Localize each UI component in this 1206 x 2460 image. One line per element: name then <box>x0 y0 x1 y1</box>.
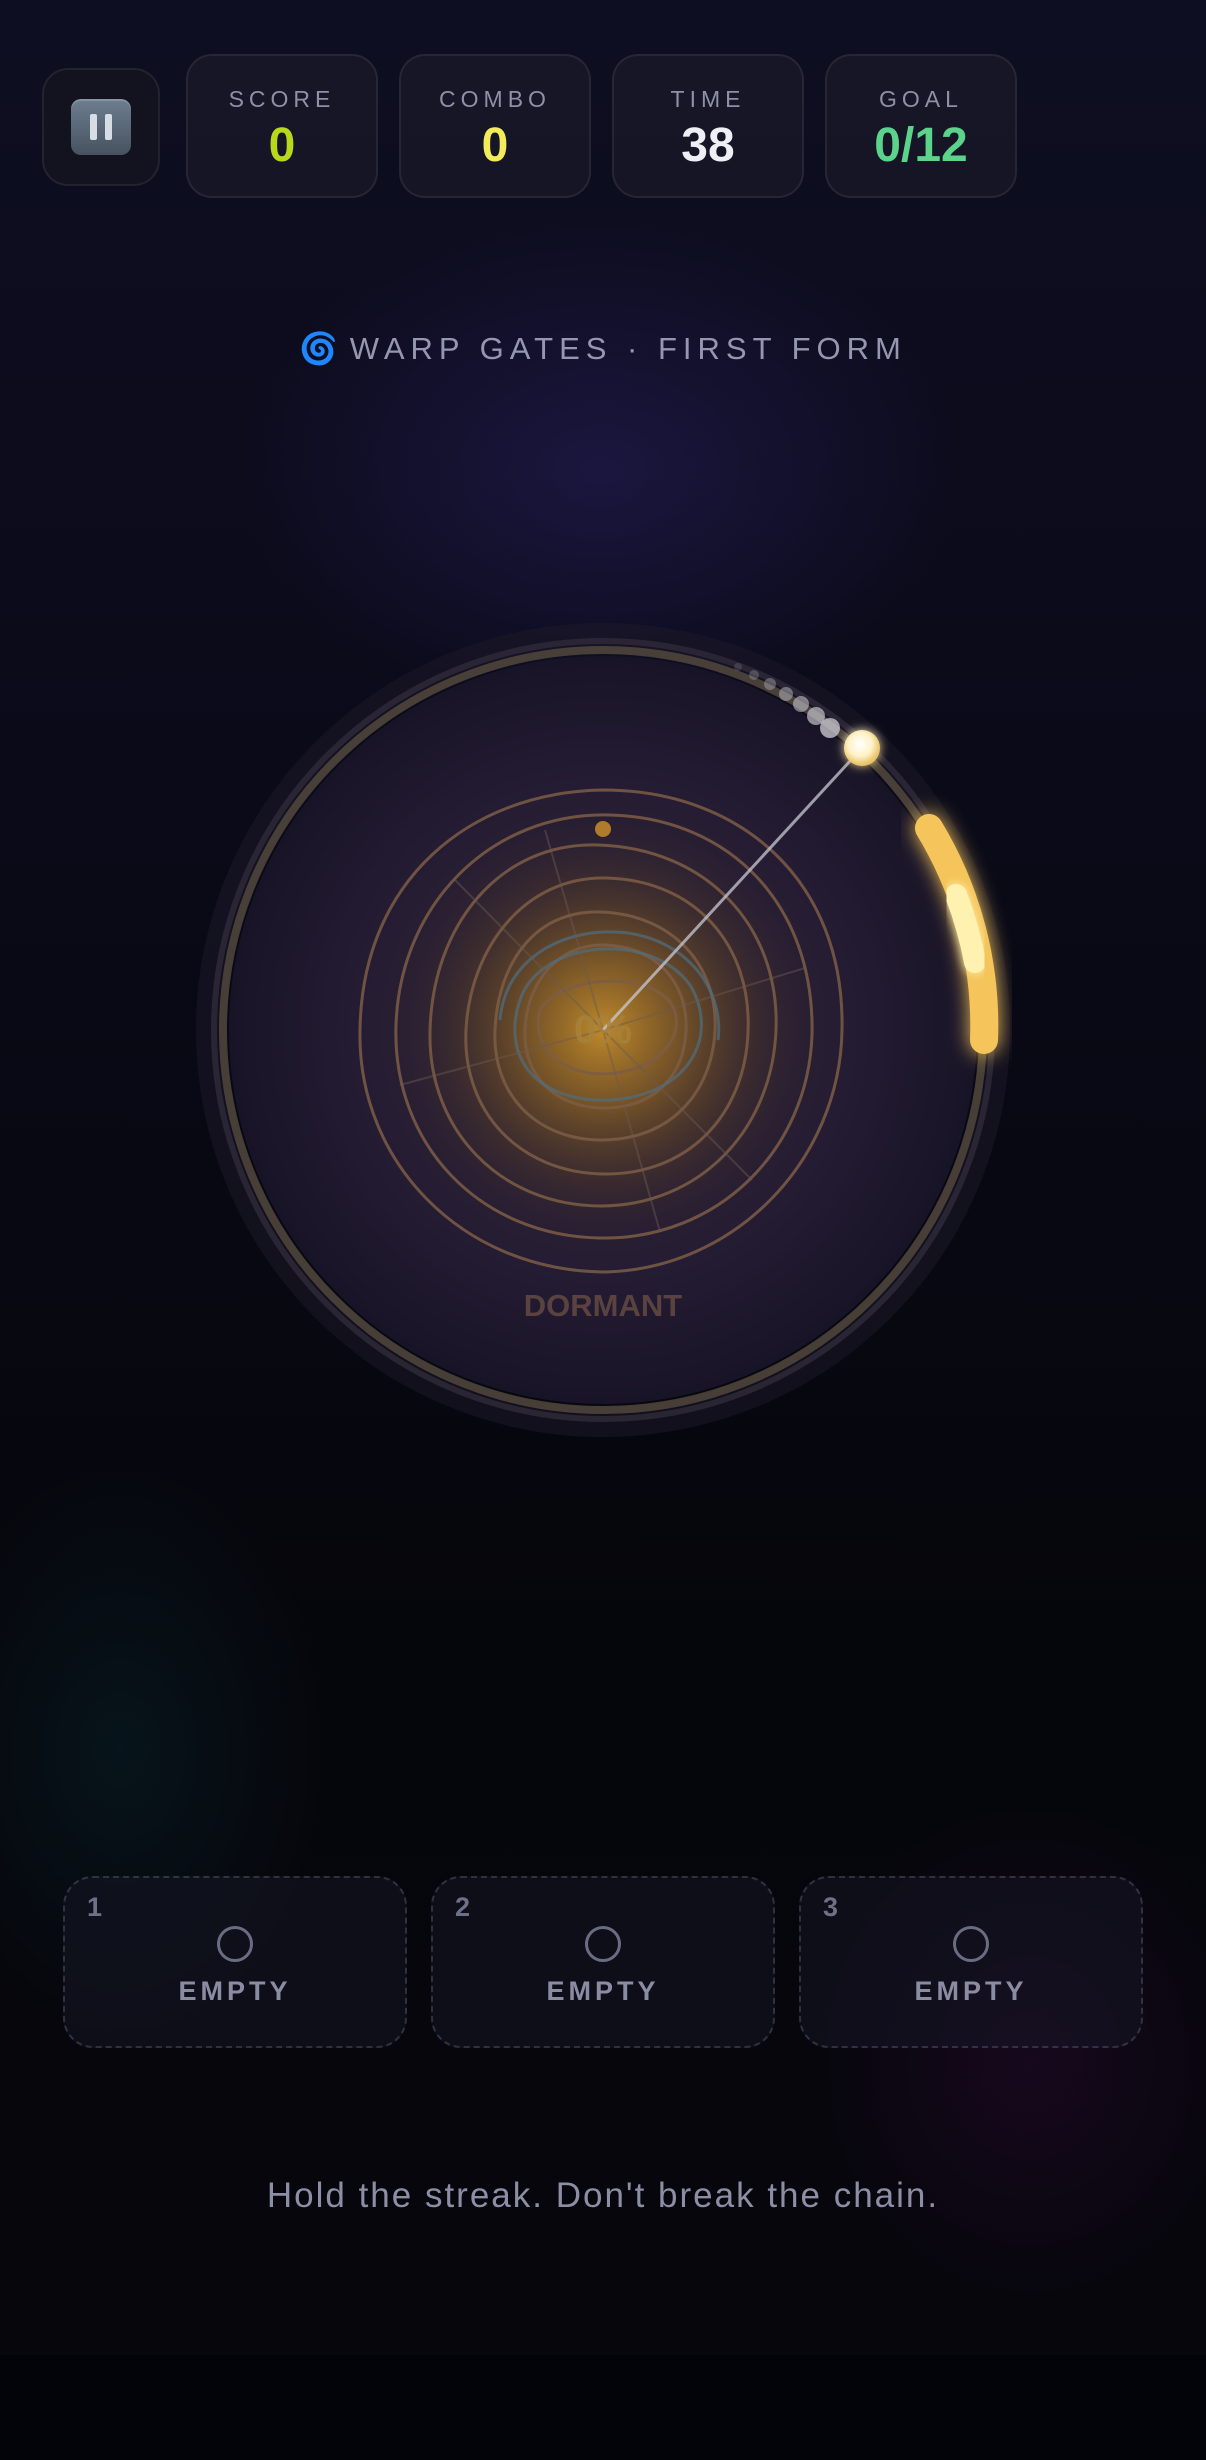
empty-circle-icon <box>217 1926 253 1962</box>
slot-label: EMPTY <box>546 1976 660 2006</box>
empty-circle-icon <box>953 1926 989 1962</box>
empty-circle-icon <box>585 1926 621 1962</box>
slot-label: EMPTY <box>178 1976 292 2006</box>
gate-orb[interactable] <box>844 730 880 766</box>
gate-status: DORMANT <box>524 1288 682 1323</box>
slot-3[interactable]: 3 EMPTY <box>799 1876 1143 2048</box>
trail-dot <box>749 670 759 680</box>
warp-gate[interactable]: 0% DORMANT <box>0 0 1206 1500</box>
slot-number: 2 <box>455 1892 471 1922</box>
gate-marker-dot <box>595 821 611 837</box>
slot-2[interactable]: 2 EMPTY <box>431 1876 775 2048</box>
trail-dot <box>793 696 809 712</box>
slot-number: 3 <box>823 1892 839 1922</box>
slot-label: EMPTY <box>914 1976 1028 2006</box>
gate-percent: 0% <box>574 1008 632 1052</box>
trail-dot <box>779 687 793 701</box>
bottom-bar <box>0 2355 1206 2460</box>
slot-number: 1 <box>87 1892 103 1922</box>
trail-dot <box>734 663 742 671</box>
trail-dot <box>820 718 840 738</box>
trail-dot <box>764 678 776 690</box>
slot-1[interactable]: 1 EMPTY <box>63 1876 407 2048</box>
footer-hint: Hold the streak. Don't break the chain. <box>266 2176 940 2215</box>
